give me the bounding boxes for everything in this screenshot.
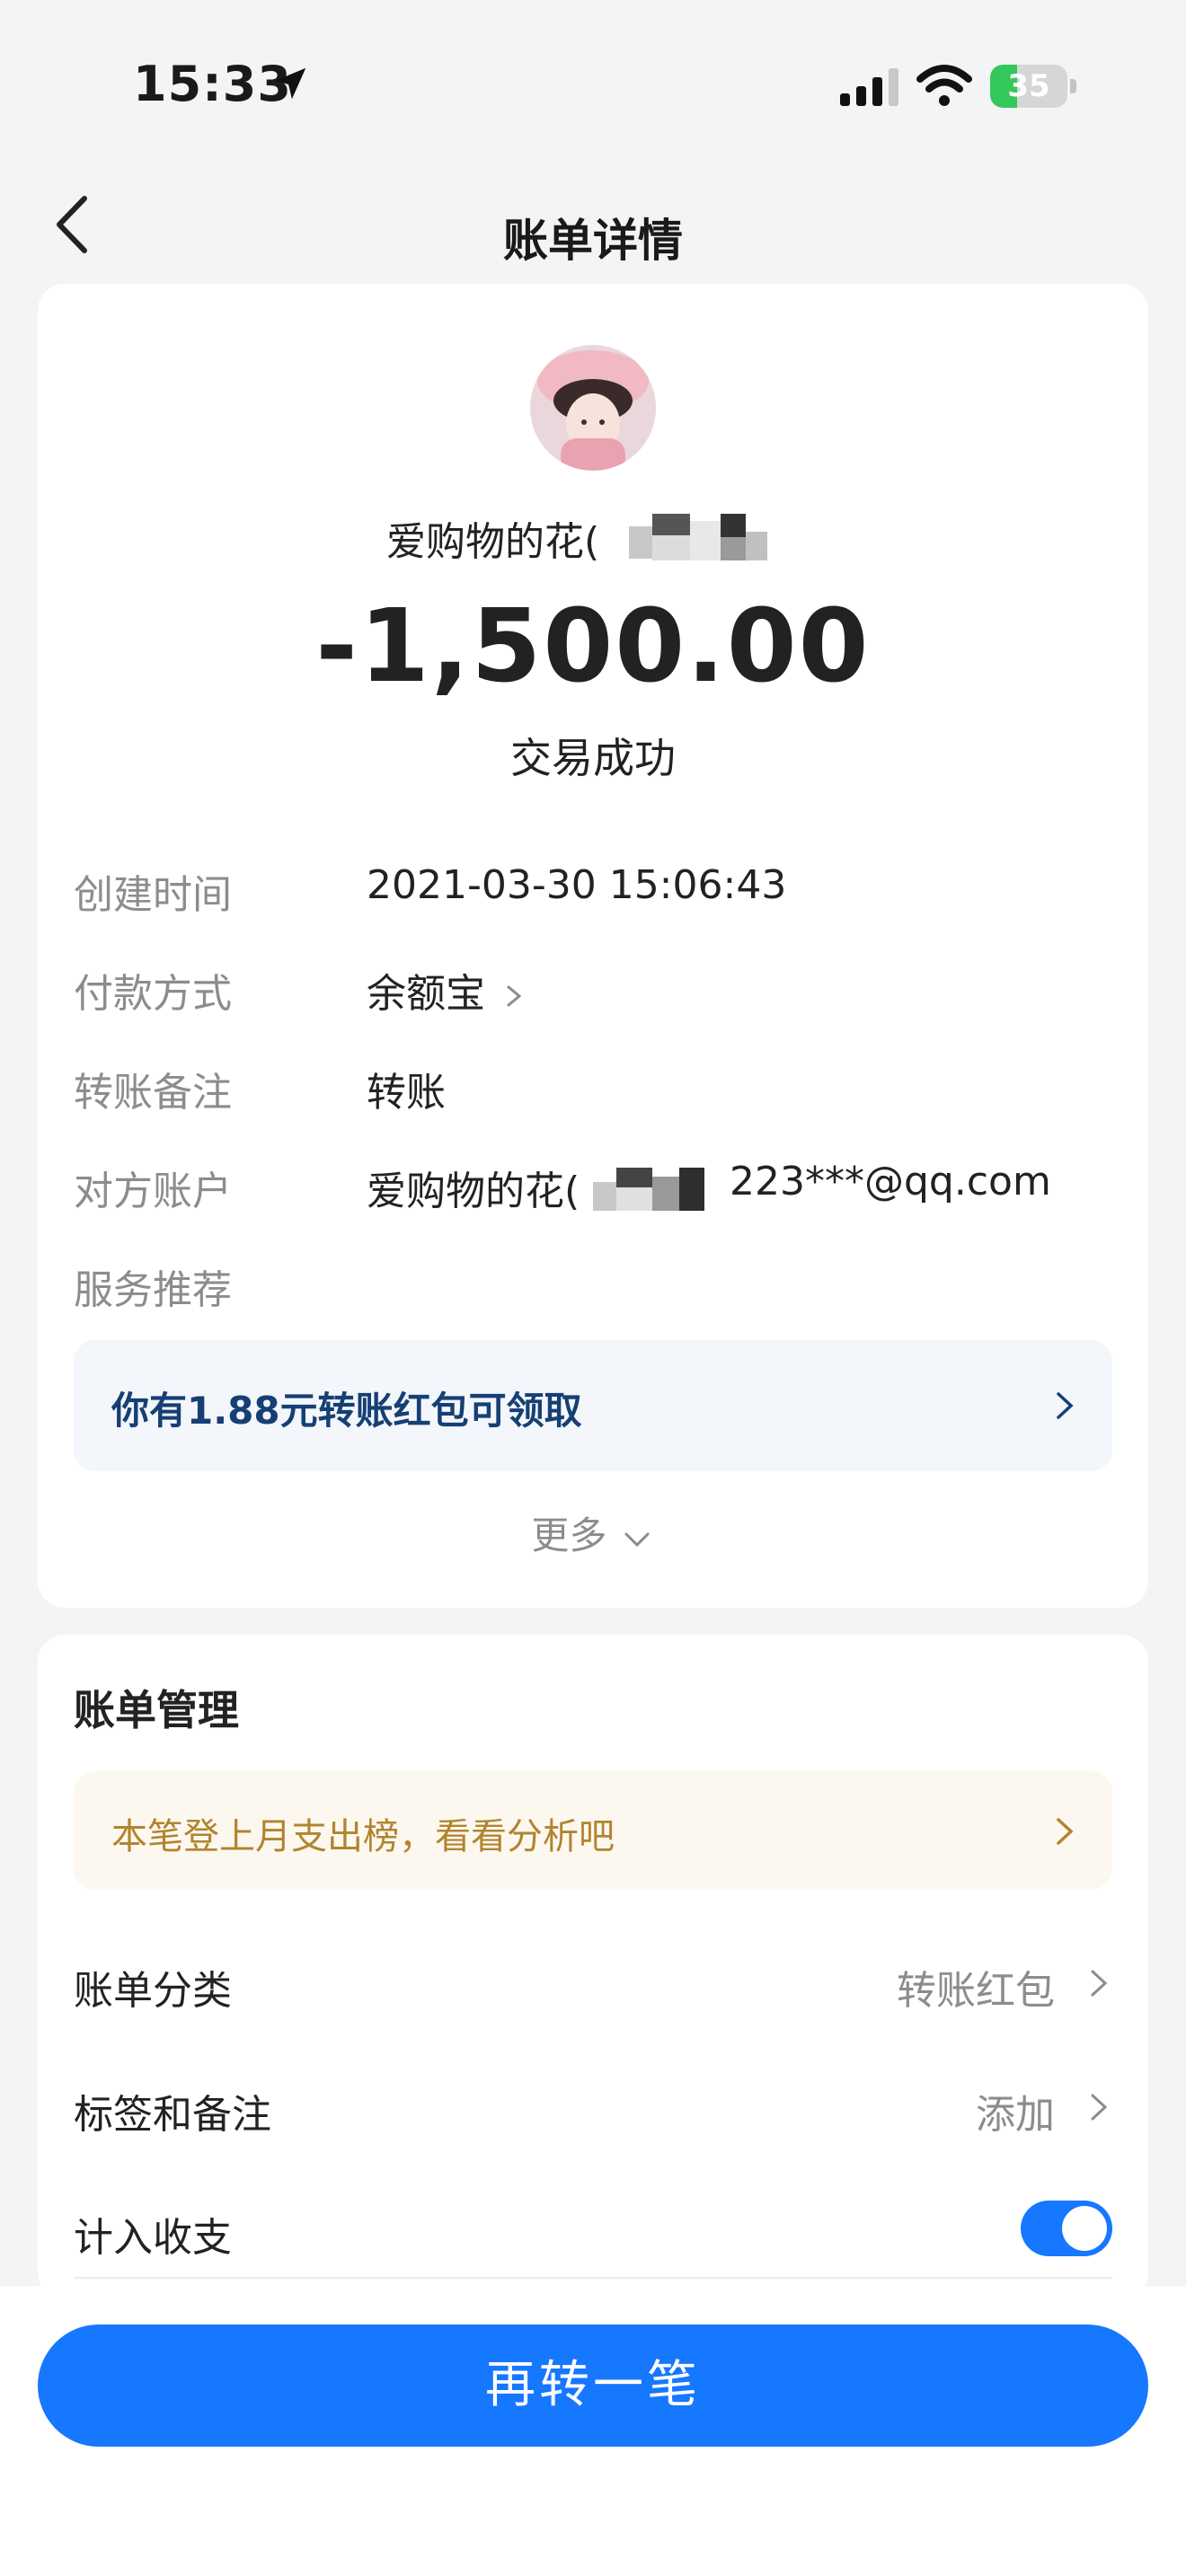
status-time: 15:33 — [133, 56, 292, 112]
counterparty-account: 223***@qq.com — [730, 1159, 1051, 1204]
chevron-right-icon[interactable] — [1085, 1961, 1112, 2006]
tags-notes-label: 标签和备注 — [74, 2092, 271, 2138]
chevron-right-icon[interactable] — [1085, 2085, 1112, 2130]
detail-value-transfer-note: 转账 — [367, 1070, 446, 1116]
battery-level: 35 — [1007, 68, 1050, 104]
battery-icon: 35 — [990, 65, 1076, 108]
location-arrow-icon — [274, 67, 306, 100]
wifi-icon — [916, 65, 972, 106]
payment-method-value: 余额宝 — [367, 971, 485, 1017]
status-bar: 15:33 35 — [0, 0, 1186, 171]
redacted-mosaic — [593, 1164, 710, 1211]
detail-value-counterparty: 爱购物的花( — [367, 1169, 580, 1214]
chevron-right-icon — [1057, 1818, 1074, 1845]
detail-label-transfer-note: 转账备注 — [74, 1070, 232, 1116]
cellular-signal-icon — [840, 68, 898, 106]
chevron-right-icon — [507, 985, 522, 1007]
redacted-mosaic — [629, 514, 773, 560]
detail-value-created-time: 2021-03-30 15:06:43 — [367, 862, 787, 908]
detail-label-counterparty: 对方账户 — [74, 1169, 232, 1214]
more-button[interactable]: 更多 — [0, 1505, 1186, 1560]
chevron-down-icon — [624, 1532, 650, 1547]
detail-label-payment-method: 付款方式 — [74, 971, 232, 1017]
transaction-amount: -1,500.00 — [315, 588, 871, 705]
tags-notes-add[interactable]: 添加 — [976, 2082, 1055, 2139]
count-income-expense-label: 计入收支 — [74, 2215, 232, 2261]
promo-text: 你有1.88元转账红包可领取 — [111, 1389, 582, 1433]
transaction-status: 交易成功 — [510, 734, 676, 782]
red-packet-promo[interactable]: 你有1.88元转账红包可领取 — [74, 1340, 1112, 1471]
section-title: 账单管理 — [74, 1686, 239, 1734]
transfer-again-button[interactable]: 再转一笔 — [38, 2325, 1148, 2447]
spending-rank-notice[interactable]: 本笔登上月支出榜，看看分析吧 — [74, 1771, 1112, 1890]
payment-method-link[interactable]: 余额宝 — [367, 961, 528, 1019]
navigation-bar: 账单详情 — [0, 171, 1186, 287]
detail-label-service: 服务推荐 — [74, 1267, 232, 1313]
divider — [74, 2277, 1112, 2279]
bill-category-value[interactable]: 转账红包 — [897, 1958, 1055, 2016]
notice-text: 本笔登上月支出榜，看看分析吧 — [111, 1816, 615, 1857]
page-title: 账单详情 — [503, 215, 683, 267]
bill-category-label: 账单分类 — [74, 1968, 232, 2014]
detail-label-created-time: 创建时间 — [74, 872, 232, 918]
chevron-right-icon — [1057, 1392, 1074, 1419]
payee-name: 爱购物的花( — [386, 519, 600, 565]
more-label: 更多 — [531, 1513, 607, 1557]
avatar[interactable] — [530, 345, 656, 471]
count-income-expense-toggle[interactable] — [1021, 2201, 1112, 2256]
